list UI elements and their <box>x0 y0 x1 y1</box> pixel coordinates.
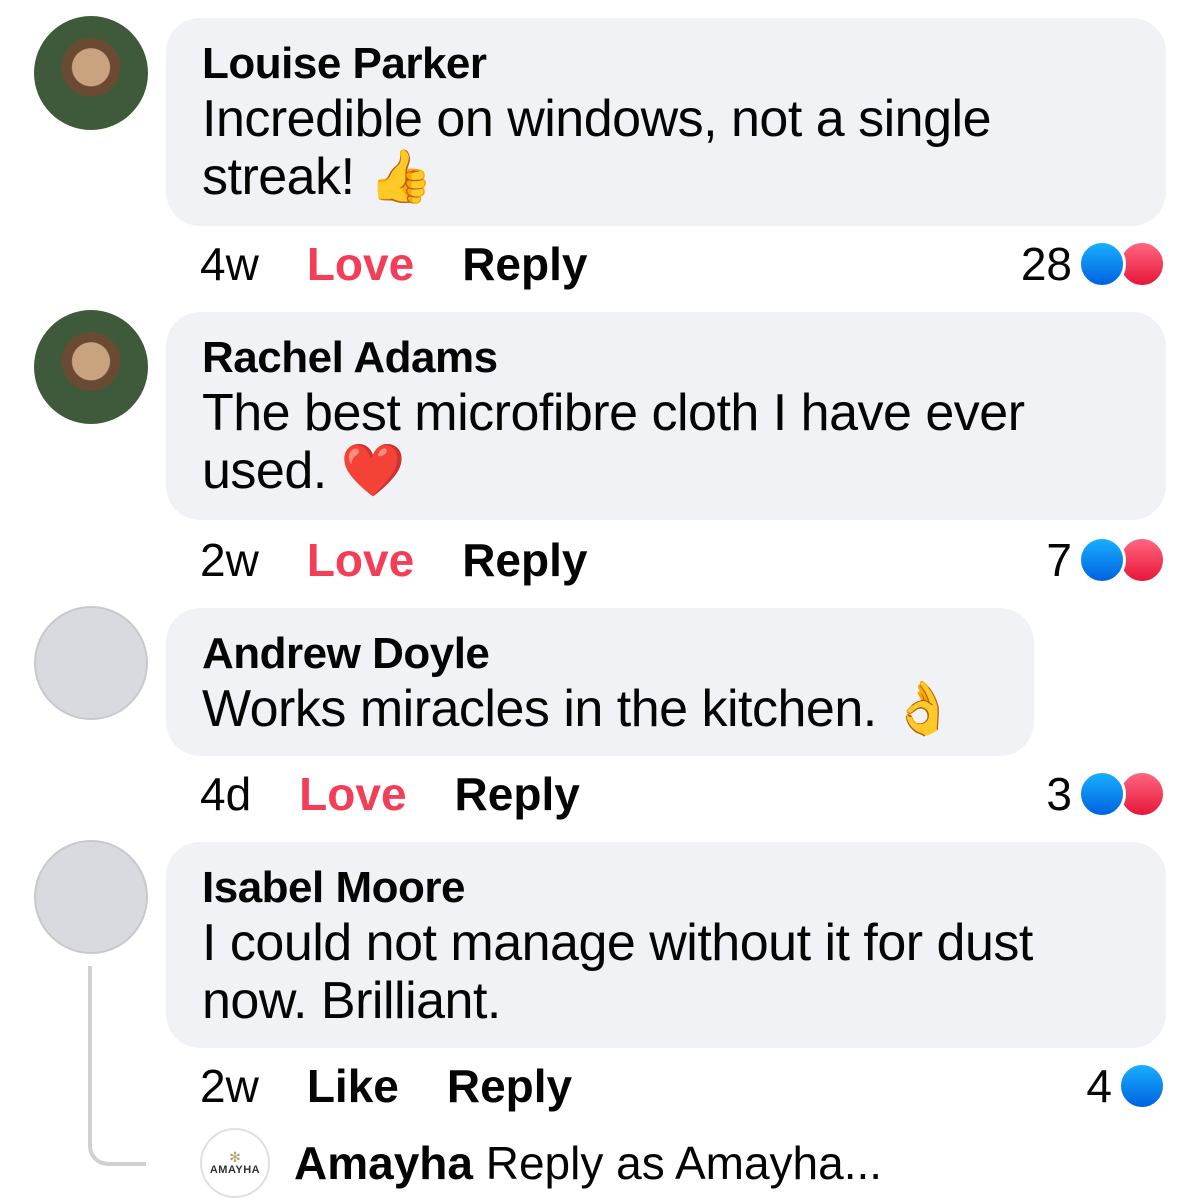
avatar[interactable] <box>34 310 148 424</box>
reaction-count: 3 <box>1046 768 1072 820</box>
reply-as-name: Amayha <box>294 1137 473 1189</box>
comment-text: Incredible on windows, not a single stre… <box>202 90 991 206</box>
comment-bubble: Rachel Adams The best microfibre cloth I… <box>166 312 1166 520</box>
comment-bubble: Isabel Moore I could not manage without … <box>166 842 1166 1048</box>
comment-text: Works miracles in the kitchen. 👌 <box>202 680 955 738</box>
reply-composer[interactable]: ✻ AMAYHA Amayha Reply as Amayha... <box>200 1128 882 1198</box>
reaction-summary[interactable]: 3 <box>1046 764 1166 824</box>
love-button[interactable]: Love <box>307 530 414 590</box>
like-button[interactable]: Like <box>307 1056 399 1116</box>
reply-prompt[interactable]: Amayha Reply as Amayha... <box>294 1133 882 1193</box>
comment-bubble: Andrew Doyle Works miracles in the kitch… <box>166 608 1034 756</box>
comment-actions: 2w Like Reply <box>200 1056 572 1116</box>
comment-author[interactable]: Louise Parker <box>202 38 1130 90</box>
lotus-icon: ✻ <box>229 1149 241 1165</box>
comment-author[interactable]: Andrew Doyle <box>202 628 998 680</box>
reaction-count: 7 <box>1046 534 1072 586</box>
comment-text: I could not manage without it for dust n… <box>202 914 1033 1030</box>
comment-bubble: Louise Parker Incredible on windows, not… <box>166 18 1166 226</box>
comment-author[interactable]: Isabel Moore <box>202 862 1130 914</box>
comment-time[interactable]: 2w <box>200 530 259 590</box>
brand-avatar-text: AMAYHA <box>209 1164 261 1176</box>
comment-actions: 4w Love Reply <box>200 234 587 294</box>
reaction-count: 4 <box>1086 1060 1112 1112</box>
avatar[interactable] <box>34 606 148 720</box>
comment-author[interactable]: Rachel Adams <box>202 332 1130 384</box>
reply-placeholder: Reply as Amayha... <box>485 1137 883 1189</box>
reaction-summary[interactable]: 4 <box>1086 1056 1166 1116</box>
reaction-count: 28 <box>1020 238 1072 290</box>
page-avatar: ✻ AMAYHA <box>200 1128 270 1198</box>
like-reaction-icon <box>1078 536 1126 584</box>
avatar[interactable] <box>34 16 148 130</box>
comment-actions: 2w Love Reply <box>200 530 587 590</box>
like-reaction-icon <box>1078 240 1126 288</box>
love-button[interactable]: Love <box>307 234 414 294</box>
reaction-summary[interactable]: 28 <box>1021 234 1166 294</box>
reply-button[interactable]: Reply <box>455 764 580 824</box>
comment-actions: 4d Love Reply <box>200 764 580 824</box>
like-reaction-icon <box>1078 770 1126 818</box>
comment-time[interactable]: 2w <box>200 1056 259 1116</box>
comment-text: The best microfibre cloth I have ever us… <box>202 384 1025 500</box>
comment-time[interactable]: 4d <box>200 764 251 824</box>
reaction-summary[interactable]: 7 <box>1046 530 1166 590</box>
love-button[interactable]: Love <box>299 764 406 824</box>
avatar[interactable] <box>34 840 148 954</box>
like-reaction-icon <box>1118 1062 1166 1110</box>
reply-button[interactable]: Reply <box>462 530 587 590</box>
reply-button[interactable]: Reply <box>462 234 587 294</box>
thread-connector <box>88 966 146 1166</box>
reply-button[interactable]: Reply <box>447 1056 572 1116</box>
comment-time[interactable]: 4w <box>200 234 259 294</box>
